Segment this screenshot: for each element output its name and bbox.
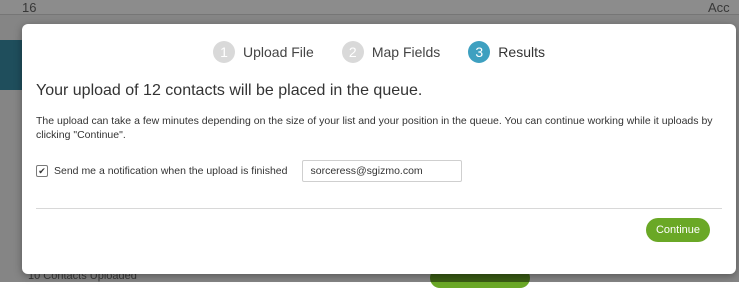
wizard-steps: 1 Upload File 2 Map Fields 3 Results	[22, 41, 736, 63]
step-number-badge: 2	[341, 41, 364, 63]
step-map-fields: 2 Map Fields	[341, 41, 441, 63]
upload-results-modal: 1 Upload File 2 Map Fields 3 Results You…	[22, 24, 736, 274]
step-results: 3 Results	[468, 41, 545, 63]
step-label: Upload File	[243, 44, 314, 60]
email-input[interactable]	[301, 160, 462, 182]
modal-divider	[36, 208, 722, 209]
modal-headline: Your upload of 12 contacts will be place…	[36, 82, 423, 99]
notify-label: Send me a notification when the upload i…	[54, 165, 288, 177]
step-label: Results	[498, 44, 545, 60]
step-upload-file: 1 Upload File	[213, 41, 314, 63]
notify-checkbox[interactable]: ✔	[36, 165, 48, 177]
continue-button[interactable]: Continue	[645, 218, 710, 242]
step-number-badge: 3	[468, 41, 491, 63]
step-number-badge: 1	[213, 41, 235, 63]
modal-description: The upload can take a few minutes depend…	[36, 115, 713, 141]
notification-row: ✔ Send me a notification when the upload…	[36, 160, 462, 182]
step-label: Map Fields	[371, 44, 441, 60]
